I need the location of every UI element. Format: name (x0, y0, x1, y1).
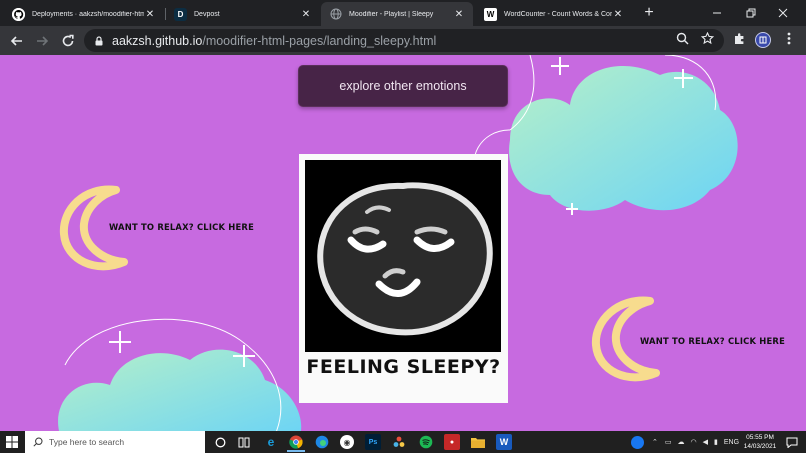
spotify-icon[interactable] (418, 434, 434, 450)
windows-start-icon[interactable] (6, 436, 18, 448)
mood-caption: FEELING SLEEPY? (306, 356, 501, 378)
mood-polaroid: FEELING SLEEPY? (299, 154, 508, 403)
explore-emotions-button[interactable]: explore other emotions (298, 65, 508, 107)
reload-icon (62, 34, 74, 47)
magnifier-icon (676, 32, 688, 44)
photoshop-icon[interactable]: Ps (365, 434, 381, 450)
globe-icon (329, 8, 342, 21)
taskbar-clock[interactable]: 05:55 PM 14/03/2021 (742, 433, 778, 451)
url-text: aakzsh.github.io/moodifier-html-pages/la… (112, 34, 436, 48)
tab-moodifier[interactable]: Moodifier - Playlist | Sleepy ✕ (321, 2, 473, 26)
close-icon (778, 8, 788, 18)
app-icon[interactable]: ● (444, 434, 460, 450)
battery-icon[interactable]: ▮ (714, 438, 718, 446)
wifi-icon[interactable]: ◠ (691, 438, 697, 446)
menu-button[interactable] (781, 30, 797, 46)
system-tray: ⌃ ▭ ☁ ◠ ◀ ▮ ENG (631, 431, 739, 453)
active-app-indicator (287, 450, 305, 452)
lock-icon (95, 35, 103, 45)
clock-time: 05:55 PM (746, 434, 774, 441)
extensions-button[interactable] (731, 30, 747, 46)
url-path: /moodifier-html-pages/landing_sleepy.htm… (202, 33, 437, 48)
zoom-button[interactable] (674, 30, 690, 46)
tab-title: Devpost (194, 10, 220, 18)
tab-strip: Deployments · aakzsh/moodifier-html-page… (0, 0, 806, 26)
app-icon[interactable]: ◉ (340, 435, 354, 449)
reload-button[interactable] (57, 30, 79, 52)
file-explorer-icon[interactable] (470, 434, 486, 450)
forward-button[interactable] (31, 30, 53, 52)
devpost-icon: D (174, 7, 187, 21)
word-icon[interactable]: W (496, 434, 512, 450)
tab-devpost[interactable]: D Devpost ✕ (166, 2, 320, 26)
bookmark-button[interactable] (699, 30, 715, 46)
close-icon[interactable]: ✕ (612, 9, 624, 20)
puzzle-icon (734, 32, 743, 44)
close-icon[interactable]: ✕ (453, 9, 465, 20)
onedrive-icon[interactable]: ☁ (678, 438, 685, 446)
tab-title: WordCounter - Count Words & Correct Writ… (504, 10, 612, 18)
cloud-decoration (58, 318, 302, 431)
tab-wordcounter[interactable]: W WordCounter - Count Words & Correct Wr… (476, 2, 632, 26)
cortana-icon[interactable] (212, 434, 228, 450)
tab-title: Moodifier - Playlist | Sleepy (349, 10, 434, 18)
avatar-icon (759, 36, 767, 44)
network-icon[interactable]: ▭ (665, 438, 672, 446)
taskbar-search[interactable]: Type here to search (25, 431, 205, 453)
window-close-button[interactable] (760, 0, 806, 26)
tab-deployments[interactable]: Deployments · aakzsh/moodifier-html-page… (4, 2, 164, 26)
page-viewport: explore other emotions WANT TO RELAX? CL… (0, 55, 806, 431)
close-icon[interactable]: ✕ (300, 9, 312, 20)
internet-explorer-icon[interactable]: e (263, 434, 279, 450)
close-icon[interactable]: ✕ (144, 9, 156, 20)
kebab-menu-icon (787, 32, 791, 44)
star-icon (700, 31, 714, 44)
tab-title: Deployments · aakzsh/moodifier-html-page… (32, 10, 144, 18)
search-icon (33, 437, 43, 447)
forward-arrow-icon (37, 36, 49, 46)
back-arrow-icon (10, 36, 22, 46)
chrome-icon[interactable] (288, 434, 304, 450)
github-icon (12, 7, 25, 21)
edge-icon[interactable] (314, 434, 330, 450)
restore-icon (746, 8, 756, 18)
relax-link-left[interactable]: WANT TO RELAX? CLICK HERE (109, 222, 254, 232)
sleepy-face-image (305, 160, 501, 352)
chevron-up-icon[interactable]: ⌃ (652, 438, 658, 446)
windows-taskbar: Type here to search e ◉ Ps ● W ⌃ ▭ ☁ ◠ ◀… (0, 431, 806, 453)
relax-link-right[interactable]: WANT TO RELAX? CLICK HERE (640, 336, 785, 346)
back-button[interactable] (6, 30, 28, 52)
minimize-icon (713, 12, 721, 14)
notification-icon[interactable] (784, 434, 800, 450)
new-tab-button[interactable]: + (640, 4, 658, 22)
wordcounter-icon: W (484, 7, 497, 21)
browser-toolbar: aakzsh.github.io/moodifier-html-pages/la… (0, 26, 806, 55)
clock-date: 14/03/2021 (743, 443, 777, 450)
messenger-icon[interactable] (631, 435, 644, 449)
language-indicator[interactable]: ENG (724, 439, 739, 446)
cloud-decoration (473, 55, 738, 215)
volume-icon[interactable]: ◀ (703, 438, 708, 446)
profile-avatar[interactable] (755, 32, 771, 48)
sleepy-face-icon (305, 160, 501, 352)
search-placeholder: Type here to search (49, 437, 125, 447)
task-view-icon[interactable] (236, 434, 252, 450)
address-bar[interactable]: aakzsh.github.io/moodifier-html-pages/la… (84, 29, 724, 52)
url-domain: aakzsh.github.io (112, 33, 203, 48)
davinci-icon[interactable] (391, 434, 407, 450)
